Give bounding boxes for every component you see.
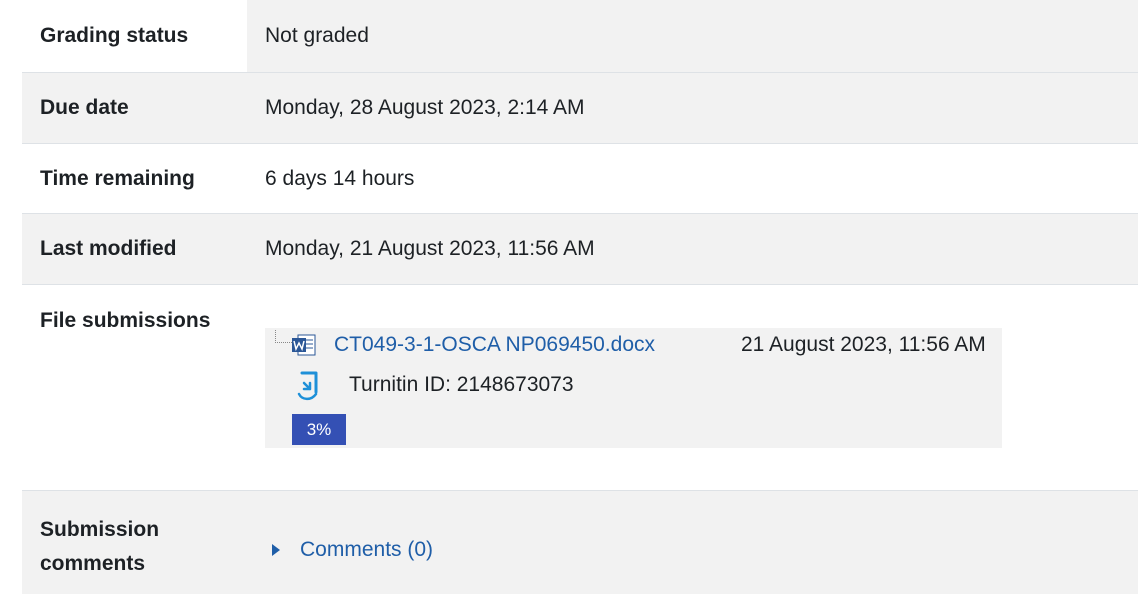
submission-comments-label-line2: comments bbox=[40, 552, 146, 575]
comments-link[interactable]: Comments (0) bbox=[300, 538, 433, 562]
submission-comments-label: Submission comments bbox=[40, 513, 159, 581]
tree-connector bbox=[275, 330, 292, 343]
row-last-modified: Last modified Monday, 21 August 2023, 11… bbox=[22, 213, 1138, 284]
row-time-remaining: Time remaining 6 days 14 hours bbox=[22, 143, 1138, 213]
file-submitted-date: 21 August 2023, 11:56 AM bbox=[741, 333, 986, 356]
due-date-value: Monday, 28 August 2023, 2:14 AM bbox=[265, 96, 585, 119]
due-date-label: Due date bbox=[40, 96, 129, 119]
word-document-icon bbox=[292, 334, 316, 356]
grading-status-value-bg bbox=[247, 0, 1138, 72]
file-submission-item: CT049-3-1-OSCA NP069450.docx 21 August 2… bbox=[265, 328, 1002, 448]
row-grading-status: Grading status Not graded bbox=[22, 0, 1138, 72]
grading-status-label: Grading status bbox=[40, 24, 189, 47]
submission-comments-label-line1: Submission bbox=[40, 518, 160, 541]
caret-right-icon bbox=[272, 544, 280, 556]
time-remaining-label: Time remaining bbox=[40, 167, 195, 190]
grading-status-value: Not graded bbox=[265, 24, 369, 47]
row-file-submissions: File submissions CT049-3-1-OSCA NP069450… bbox=[22, 284, 1138, 490]
last-modified-label: Last modified bbox=[40, 237, 177, 260]
time-remaining-value: 6 days 14 hours bbox=[265, 167, 415, 190]
comments-toggle[interactable]: Comments (0) bbox=[272, 538, 433, 562]
turnitin-id: Turnitin ID: 2148673073 bbox=[349, 373, 574, 396]
similarity-score-badge[interactable]: 3% bbox=[292, 414, 346, 445]
turnitin-icon bbox=[297, 371, 318, 401]
submitted-file-link[interactable]: CT049-3-1-OSCA NP069450.docx bbox=[334, 333, 655, 357]
row-submission-comments: Submission comments Comments (0) bbox=[22, 490, 1138, 594]
submission-status-table: Grading status Not graded Due date Monda… bbox=[22, 0, 1138, 594]
file-submissions-label: File submissions bbox=[40, 309, 211, 332]
last-modified-value: Monday, 21 August 2023, 11:56 AM bbox=[265, 237, 595, 260]
row-due-date: Due date Monday, 28 August 2023, 2:14 AM bbox=[22, 72, 1138, 143]
